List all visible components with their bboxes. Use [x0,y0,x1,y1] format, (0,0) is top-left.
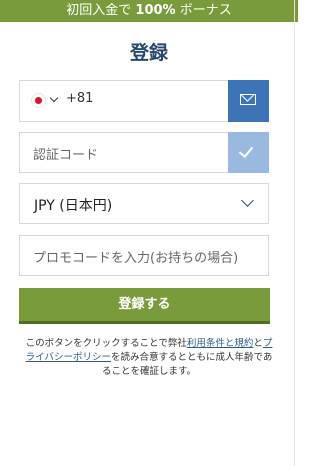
disclaimer-text: このボタンをクリックすることで弊社 [25,338,187,349]
japan-flag-icon[interactable] [32,94,45,107]
terms-disclaimer: このボタンをクリックすることで弊社利用条件と規約とプライバシーポリシーを読み合意… [24,337,274,379]
chevron-down-icon [241,194,254,207]
promo-code-field[interactable]: プロモコードを入力(お持ちの場合) [19,235,269,276]
check-icon [238,142,254,159]
chevron-down-icon[interactable] [49,93,59,103]
promo-banner: 初回入金で 100% ボーナス [0,0,298,22]
mail-icon [240,94,256,105]
send-code-button[interactable] [228,80,269,122]
disclaimer-text: を読み合意するとともに成人年齢であることを確証します。 [101,352,273,377]
disclaimer-text: と [253,338,263,349]
banner-text-bold: 100% [135,3,176,18]
verification-code-placeholder: 認証コード [33,148,99,163]
promo-code-placeholder: プロモコードを入力(お持ちの場合) [33,251,239,266]
terms-link[interactable]: 利用条件と規約 [187,338,254,349]
verification-code-field[interactable]: 認証コード [19,132,269,173]
banner-text-suffix: ボーナス [175,3,232,18]
page-edge-divider [294,0,295,466]
page-title: 登録 [129,42,168,64]
currency-select[interactable]: JPY (日本円) [19,183,269,224]
verify-button[interactable] [228,132,269,173]
register-button[interactable]: 登録する [19,288,270,324]
banner-text-prefix: 初回入金で [66,3,136,18]
currency-value: JPY (日本円) [34,198,113,214]
phone-field[interactable]: +81 [19,80,269,122]
dial-code[interactable]: +81 [66,91,93,106]
